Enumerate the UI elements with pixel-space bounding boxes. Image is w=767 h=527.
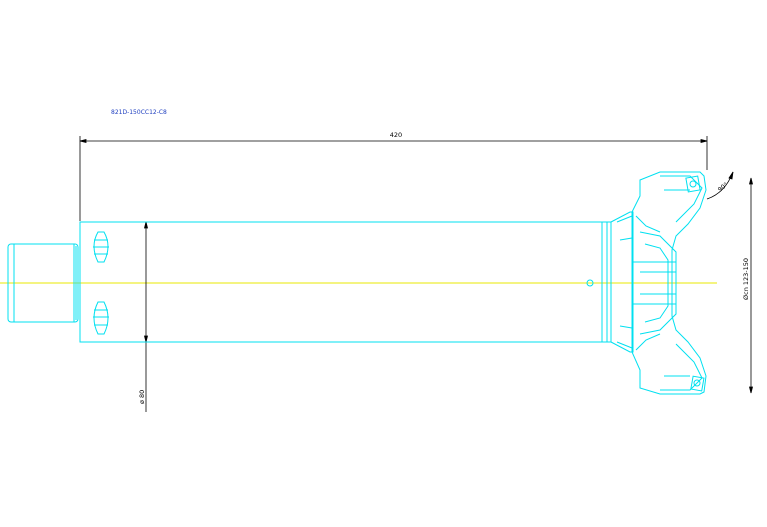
tool-body xyxy=(79,221,612,343)
key-slot-top xyxy=(93,231,109,263)
drawing-canvas: 821D-150CC12-C8 420 ø 80 Øcn 123-150 90° xyxy=(0,0,767,523)
diameter-dimension xyxy=(143,221,149,412)
length-dimension xyxy=(79,136,708,221)
key-slot-bottom xyxy=(93,301,109,335)
part-number-label: 821D-150CC12-C8 xyxy=(111,109,167,116)
length-value: 420 xyxy=(390,131,402,139)
cutting-diameter-value: Øcn 123-150 xyxy=(742,258,750,300)
diameter-value: ø 80 xyxy=(138,390,146,404)
